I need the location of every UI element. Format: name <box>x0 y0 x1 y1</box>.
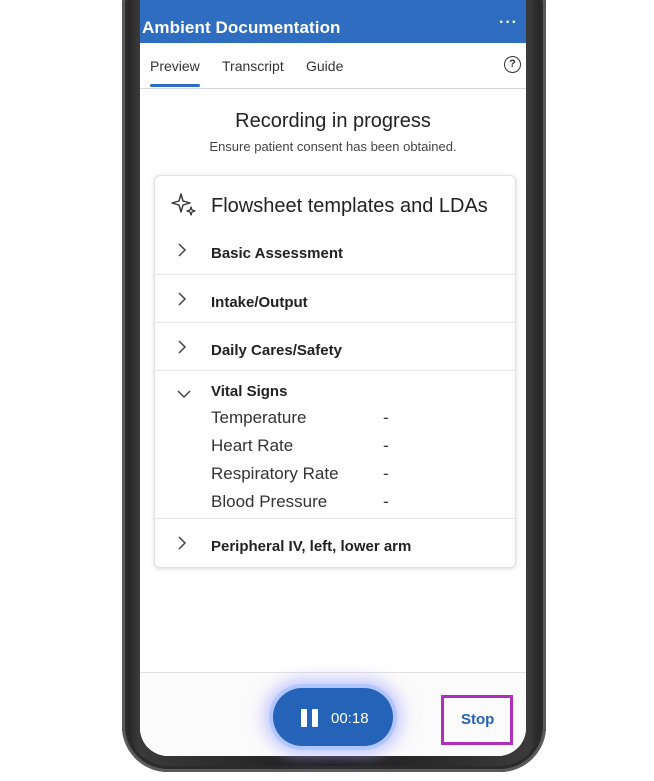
section-intake-output[interactable]: Intake/Output <box>155 274 515 323</box>
sparkle-icon <box>171 193 196 216</box>
vital-name-respiratory-rate: Respiratory Rate <box>211 464 339 483</box>
tab-guide[interactable]: Guide <box>306 58 343 74</box>
section-peripheral-iv[interactable]: Peripheral IV, left, lower arm <box>155 518 515 567</box>
section-label: Basic Assessment <box>211 245 344 262</box>
stop-button[interactable]: Stop <box>441 695 513 745</box>
consent-notice: Ensure patient consent has been obtained… <box>209 139 457 154</box>
app-title: Ambient Documentation <box>142 18 341 37</box>
pause-recording-button[interactable]: 00:18 <box>273 688 393 746</box>
tab-preview[interactable]: Preview <box>150 58 200 87</box>
chevron-right-icon <box>177 340 187 357</box>
vital-value-heart-rate: - <box>383 436 389 455</box>
status-heading: Recording in progress <box>235 110 431 132</box>
stop-label: Stop <box>461 711 495 728</box>
card-title: Flowsheet templates and LDAs <box>211 195 488 217</box>
vital-value-blood-pressure: - <box>383 492 389 511</box>
recording-timer: 00:18 <box>331 710 369 727</box>
vital-value-temperature: - <box>383 408 389 427</box>
app-titlebar: Ambient Documentation ··· <box>140 0 526 43</box>
tab-bar: Preview Transcript Guide ? <box>140 43 526 89</box>
section-label: Daily Cares/Safety <box>211 342 342 359</box>
section-label: Peripheral IV, left, lower arm <box>211 538 412 555</box>
chevron-down-icon <box>177 386 191 402</box>
help-icon[interactable]: ? <box>504 56 521 73</box>
vital-name-blood-pressure: Blood Pressure <box>211 492 328 511</box>
more-options-icon[interactable]: ··· <box>499 14 518 32</box>
chevron-right-icon <box>177 292 187 309</box>
section-vital-signs[interactable]: Vital Signs Temperature - Heart Rate - R… <box>155 370 515 519</box>
section-label: Vital Signs <box>211 383 288 400</box>
vital-name-temperature: Temperature <box>211 408 307 427</box>
tab-transcript[interactable]: Transcript <box>222 58 284 74</box>
section-label: Intake/Output <box>211 294 308 311</box>
chevron-right-icon <box>177 243 187 260</box>
vital-value-respiratory-rate: - <box>383 464 389 483</box>
pause-icon <box>301 709 319 727</box>
vital-name-heart-rate: Heart Rate <box>211 436 294 455</box>
chevron-right-icon <box>177 536 187 553</box>
flowsheet-card: Flowsheet templates and LDAs Basic Asses… <box>154 175 516 568</box>
section-daily-cares-safety[interactable]: Daily Cares/Safety <box>155 322 515 371</box>
section-basic-assessment[interactable]: Basic Assessment <box>155 226 515 274</box>
